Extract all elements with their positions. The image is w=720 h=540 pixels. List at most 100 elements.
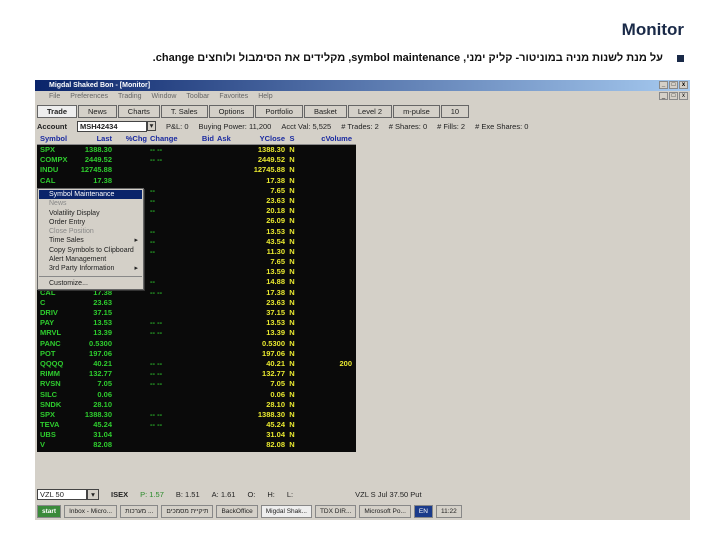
- chevron-down-icon[interactable]: ▾: [87, 488, 99, 500]
- tab-mpulse[interactable]: m-pulse: [393, 105, 440, 118]
- table-row[interactable]: DRIV 37.15 37.15 N: [37, 308, 356, 318]
- start-button[interactable]: start: [37, 504, 62, 518]
- taskbar-item[interactable]: Microsoft Po...: [359, 504, 411, 518]
- menu-help[interactable]: Help: [258, 91, 272, 102]
- context-menu-item[interactable]: 3rd Party Information ▸: [39, 264, 142, 273]
- tab-trade[interactable]: Trade: [37, 105, 78, 118]
- child-maximize-button[interactable]: □: [669, 92, 678, 100]
- column-header[interactable]: YClose: [242, 133, 285, 144]
- table-row[interactable]: SNDK 28.10 28.10 N: [37, 400, 356, 410]
- menu-toolbar[interactable]: Toolbar: [186, 91, 209, 102]
- cell: 0.06: [270, 389, 285, 399]
- shares: # Shares: 0: [388, 121, 428, 131]
- table-row[interactable]: CAL 17.38 17.38 N: [37, 176, 356, 186]
- table-row[interactable]: SPX 1388.30 -- -- 1388.30 N: [37, 145, 356, 155]
- cell: [299, 308, 354, 318]
- cell: [214, 328, 242, 338]
- table-row[interactable]: POT 197.06 197.06 N: [37, 349, 356, 359]
- table-row[interactable]: COMPX 2449.52 -- -- 2449.52 N: [37, 155, 356, 165]
- taskbar-item[interactable]: תיקיית מסמכים: [161, 504, 214, 518]
- column-header[interactable]: %Chg: [112, 133, 147, 144]
- cell: [147, 176, 182, 186]
- menu-window[interactable]: Window: [152, 91, 177, 102]
- context-menu-item[interactable]: Time Sales ▸: [39, 236, 142, 245]
- chevron-down-icon[interactable]: ▾: [147, 121, 156, 131]
- table-row[interactable]: SPX 1388.30 -- -- 1388.30 N: [37, 410, 356, 420]
- tab-news[interactable]: News: [78, 105, 117, 118]
- tab-charts[interactable]: Charts: [117, 105, 160, 118]
- cell: [214, 369, 242, 379]
- table-row[interactable]: C 23.63 23.63 N: [37, 298, 356, 308]
- table-row[interactable]: V 82.08 82.08 N: [37, 440, 356, 450]
- column-header[interactable]: cVolume: [299, 133, 354, 144]
- tab-level2[interactable]: Level 2: [347, 105, 393, 118]
- context-menu-item[interactable]: Symbol Maintenance: [39, 190, 142, 200]
- cell: N: [289, 145, 295, 154]
- table-row[interactable]: INDU 12745.88 12745.88 N: [37, 165, 356, 175]
- table-row[interactable]: PANC 0.5300 0.5300 N: [37, 339, 356, 349]
- context-menu-item[interactable]: Alert Management: [39, 255, 142, 264]
- column-header[interactable]: Ask: [214, 133, 242, 144]
- context-menu-item[interactable]: Customize...: [39, 279, 142, 288]
- context-menu-item[interactable]: Volatility Display: [39, 209, 142, 218]
- cell: CAL: [40, 175, 56, 185]
- table-row[interactable]: TEVA 45.24 -- -- 45.24 N: [37, 420, 356, 430]
- menu-file[interactable]: File: [49, 91, 60, 102]
- cell: --: [150, 195, 155, 205]
- cell: -- --: [150, 287, 163, 297]
- taskbar-item[interactable]: Inbox - Micro...: [64, 504, 118, 518]
- context-menu-item[interactable]: Order Entry: [39, 218, 142, 227]
- column-header[interactable]: Change: [147, 133, 182, 144]
- cell: [299, 430, 354, 440]
- cell: --: [150, 236, 155, 246]
- cell: 31.04: [266, 430, 285, 440]
- slide-bullet: על מנת לשנות מניה במוניטור- קליק ימני, s…: [153, 52, 684, 64]
- tab-options[interactable]: Options: [208, 105, 255, 118]
- cell: 43.54: [266, 236, 285, 246]
- tab-10[interactable]: 10: [440, 105, 470, 118]
- close-button[interactable]: x: [679, 81, 688, 89]
- cell: [147, 390, 182, 400]
- column-header[interactable]: Symbol: [37, 133, 77, 144]
- taskbar-item[interactable]: מערכות ...: [120, 504, 159, 518]
- menu-preferences[interactable]: Preferences: [70, 91, 108, 102]
- cell: [299, 247, 354, 257]
- column-header[interactable]: Last: [77, 133, 112, 144]
- cell: [299, 318, 354, 328]
- table-row[interactable]: MRVL 13.39 -- -- 13.39 N: [37, 328, 356, 338]
- minimize-button[interactable]: _: [659, 81, 668, 89]
- cell: 45.24: [93, 420, 112, 430]
- table-row[interactable]: RVSN 7.05 -- -- 7.05 N: [37, 379, 356, 389]
- cell: 20.18: [266, 206, 285, 216]
- child-close-button[interactable]: x: [679, 92, 688, 100]
- cell: [112, 339, 147, 349]
- cell: [182, 176, 214, 186]
- tab-tsales[interactable]: T. Sales: [160, 105, 208, 118]
- taskbar-item-active[interactable]: Migdal Shak...: [260, 504, 312, 518]
- table-row[interactable]: QQQQ 40.21 -- -- 40.21 N 200: [37, 359, 356, 369]
- table-row[interactable]: SILC 0.06 0.06 N: [37, 390, 356, 400]
- tab-basket[interactable]: Basket: [303, 105, 347, 118]
- account-select[interactable]: MSH42434: [77, 120, 147, 132]
- context-menu-item[interactable]: Close Position: [39, 227, 142, 236]
- column-header[interactable]: Bid: [182, 133, 214, 144]
- cell: 17.38: [266, 287, 285, 297]
- table-row[interactable]: RIMM 132.77 -- -- 132.77 N: [37, 369, 356, 379]
- context-menu-item[interactable]: Copy Symbols to Clipboard: [39, 246, 142, 255]
- maximize-button[interactable]: □: [669, 81, 678, 89]
- tab-portfolio[interactable]: Portfolio: [255, 105, 303, 118]
- buying-power: Buying Power: 11,200: [198, 121, 272, 131]
- child-minimize-button[interactable]: _: [659, 92, 668, 100]
- taskbar-item[interactable]: BackOffice: [216, 504, 258, 518]
- menu-trading[interactable]: Trading: [118, 91, 141, 102]
- table-row[interactable]: UBS 31.04 31.04 N: [37, 430, 356, 440]
- window-title: Migdal Shaked Bon - [Monitor]: [49, 82, 151, 89]
- cell: [299, 145, 354, 155]
- menu-favorites[interactable]: Favorites: [219, 91, 248, 102]
- column-header[interactable]: S: [285, 133, 299, 144]
- symbol-input[interactable]: VZL 50: [37, 488, 87, 500]
- table-row[interactable]: PAY 13.53 -- -- 13.53 N: [37, 318, 356, 328]
- language-indicator[interactable]: EN: [413, 504, 433, 518]
- taskbar-item[interactable]: TDX DIR...: [314, 504, 357, 518]
- context-menu-item[interactable]: News: [39, 199, 142, 208]
